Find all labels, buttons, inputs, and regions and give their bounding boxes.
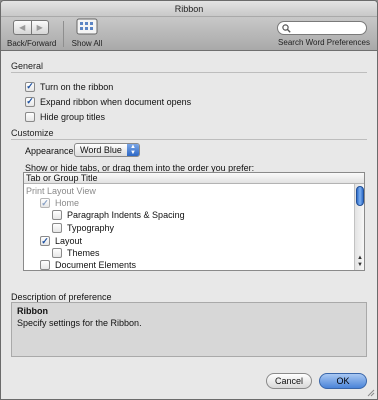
- cancel-button[interactable]: Cancel: [266, 373, 312, 389]
- scroll-down-icon[interactable]: ▼: [356, 262, 364, 268]
- show-all-label: Show All: [71, 39, 103, 48]
- grid-icon: [76, 18, 98, 35]
- list-item-checkbox[interactable]: [40, 260, 50, 270]
- window-title: Ribbon: [1, 1, 377, 17]
- appearance-select[interactable]: Word Blue ▲ ▼: [74, 143, 140, 157]
- option-expand-ribbon[interactable]: ✓ Expand ribbon when document opens: [25, 96, 191, 107]
- list-item-checkbox[interactable]: ✓: [40, 236, 50, 246]
- chevron-right-icon: ▶: [36, 23, 43, 32]
- checkbox-expand-ribbon[interactable]: ✓: [25, 96, 35, 107]
- list-item[interactable]: ✓ Layout: [40, 235, 82, 247]
- updown-arrows-icon: ▲ ▼: [127, 144, 139, 156]
- list-item-label: Layout: [55, 236, 83, 246]
- tab-group-list[interactable]: Tab or Group Title Print Layout View ✓ H…: [23, 172, 365, 271]
- appearance-label: Appearance:: [25, 146, 77, 156]
- list-item-checkbox[interactable]: [52, 248, 62, 258]
- search-group: Search Word Preferences: [277, 21, 371, 47]
- toolbar: ◀ ▶ Back/Forward Show All Search Word Pr…: [1, 17, 377, 51]
- scroll-up-icon[interactable]: ▲: [356, 255, 364, 261]
- general-heading: General: [11, 61, 44, 71]
- list-item-checkbox[interactable]: ✓: [40, 198, 50, 208]
- search-input[interactable]: [292, 23, 362, 33]
- customize-divider: [11, 139, 367, 140]
- list-item[interactable]: Print Layout View: [26, 185, 96, 197]
- description-text: Specify settings for the Ribbon.: [17, 318, 142, 328]
- list-item[interactable]: Typography: [52, 222, 114, 234]
- option-label: Turn on the ribbon: [40, 81, 114, 92]
- back-button[interactable]: ◀: [13, 20, 31, 35]
- search-label: Search Word Preferences: [278, 38, 370, 47]
- list-item[interactable]: ✓ Home: [40, 197, 79, 209]
- list-item-label: Paragraph Indents & Spacing: [67, 210, 185, 220]
- preferences-window: Ribbon ◀ ▶ Back/Forward Show All Search …: [0, 0, 378, 400]
- checkbox-hide-group-titles[interactable]: [25, 111, 35, 122]
- list-item-label: Document Elements: [55, 260, 137, 270]
- general-divider: [11, 72, 367, 73]
- search-field[interactable]: [277, 21, 367, 35]
- description-title: Ribbon: [17, 306, 48, 316]
- show-all-button[interactable]: Show All: [71, 18, 103, 48]
- option-turn-on-ribbon[interactable]: ✓ Turn on the ribbon: [25, 81, 113, 92]
- list-item[interactable]: Themes: [52, 247, 100, 259]
- list-item[interactable]: Document Elements: [40, 259, 136, 271]
- checkbox-turn-on-ribbon[interactable]: ✓: [25, 81, 35, 92]
- list-item[interactable]: Paragraph Indents & Spacing: [52, 209, 185, 221]
- list-item-label: Themes: [67, 248, 100, 258]
- option-hide-group-titles[interactable]: Hide group titles: [25, 111, 105, 122]
- customize-heading: Customize: [11, 128, 54, 138]
- description-panel: Ribbon Specify settings for the Ribbon.: [11, 302, 367, 357]
- option-label: Hide group titles: [40, 111, 106, 122]
- description-heading: Description of preference: [11, 292, 112, 302]
- toolbar-separator: [63, 21, 64, 47]
- option-label: Expand ribbon when document opens: [40, 96, 192, 107]
- back-forward-label: Back/Forward: [7, 39, 57, 48]
- list-scrollbar[interactable]: ▲ ▼: [354, 184, 364, 270]
- chevron-left-icon: ◀: [19, 23, 26, 32]
- list-item-label: Home: [55, 198, 80, 208]
- list-column-header[interactable]: Tab or Group Title: [24, 173, 364, 184]
- list-item-checkbox[interactable]: [52, 223, 62, 233]
- ok-button[interactable]: OK: [319, 373, 367, 389]
- list-item-label: Print Layout View: [26, 186, 96, 196]
- scrollbar-thumb[interactable]: [356, 186, 364, 206]
- forward-button[interactable]: ▶: [30, 20, 49, 35]
- back-forward-group: ◀ ▶ Back/Forward: [7, 20, 57, 48]
- list-item-label: Typography: [67, 223, 115, 233]
- resize-grip-icon[interactable]: [366, 388, 375, 397]
- appearance-value: Word Blue: [80, 145, 122, 155]
- list-item-checkbox[interactable]: [52, 210, 62, 220]
- magnifier-icon: [282, 24, 291, 33]
